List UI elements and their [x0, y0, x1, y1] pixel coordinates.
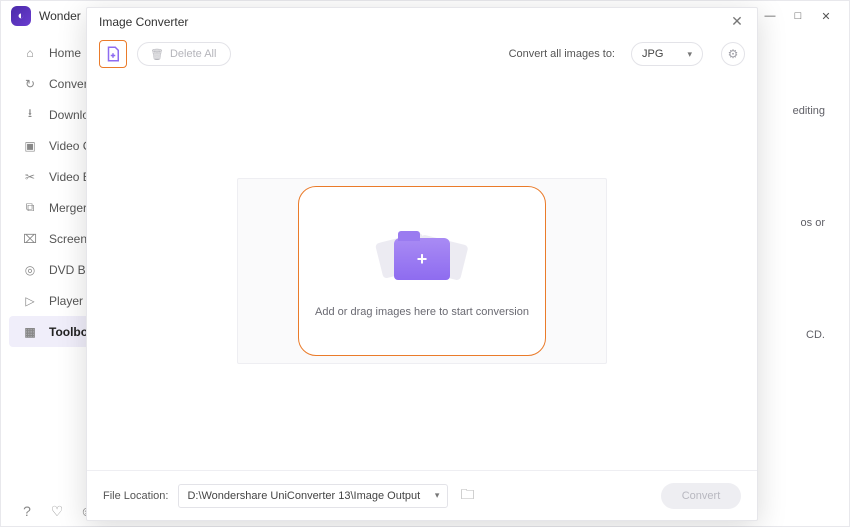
- file-location-label: File Location:: [103, 490, 168, 502]
- modal-header: Image Converter ✕: [87, 8, 757, 36]
- chevron-down-icon: ▾: [435, 490, 440, 501]
- sidebar-item-label: Merger: [49, 201, 87, 215]
- sidebar-item-label: Downlo: [49, 108, 89, 122]
- modal-footer: File Location: D:\Wondershare UniConvert…: [87, 470, 757, 520]
- dvd-burner-icon: ◎: [21, 261, 39, 279]
- minimize-button[interactable]: [763, 9, 777, 23]
- toolbox-icon: ▦: [21, 323, 39, 341]
- convert-button[interactable]: Convert: [661, 483, 741, 509]
- format-value: JPG: [642, 48, 663, 60]
- delete-all-button[interactable]: 🗑 Delete All: [137, 42, 231, 66]
- delete-all-label: Delete All: [170, 48, 216, 60]
- sidebar-item-label: Home: [49, 46, 81, 60]
- video-edit-icon: ✂: [21, 168, 39, 186]
- help-icon[interactable]: ?: [19, 503, 35, 519]
- merger-icon: ⧉: [21, 199, 39, 217]
- dropzone[interactable]: + Add or drag images here to start conve…: [298, 186, 546, 356]
- video-compress-icon: ▣: [21, 137, 39, 155]
- dropzone-outer: + Add or drag images here to start conve…: [237, 178, 607, 364]
- home-icon: ⌂: [21, 44, 39, 62]
- image-converter-modal: Image Converter ✕ 🗑 Delete All Convert a…: [86, 7, 758, 521]
- app-name: Wonder: [39, 9, 81, 23]
- app-logo: [11, 6, 31, 26]
- player-icon: ▷: [21, 292, 39, 310]
- add-file-icon: [104, 45, 122, 63]
- background-text-snip: editing: [793, 105, 825, 117]
- close-icon[interactable]: ✕: [729, 13, 745, 30]
- trash-icon: 🗑: [150, 48, 164, 61]
- dropzone-illustration: +: [377, 224, 467, 294]
- modal-toolbar: 🗑 Delete All Convert all images to: JPG …: [87, 36, 757, 72]
- open-folder-button[interactable]: 🗀: [458, 487, 476, 505]
- sidebar-item-label: Video E: [49, 170, 91, 184]
- window-controls: [763, 9, 833, 23]
- output-settings-button[interactable]: ⚙: [721, 42, 745, 66]
- modal-body: + Add or drag images here to start conve…: [87, 72, 757, 470]
- app-window: Wonder ⌂Home ↻Convert ⭳Downlo ▣Video C ✂…: [0, 0, 850, 527]
- modal-title: Image Converter: [99, 15, 188, 29]
- convert-all-label: Convert all images to:: [509, 48, 615, 60]
- background-text-snip: os or: [801, 217, 825, 229]
- close-window-button[interactable]: [819, 9, 833, 23]
- folder-plus-icon: +: [394, 238, 450, 280]
- output-format-select[interactable]: JPG ▾: [631, 42, 703, 66]
- notification-icon[interactable]: ♡: [49, 503, 65, 519]
- add-image-button[interactable]: [99, 40, 127, 68]
- converter-icon: ↻: [21, 75, 39, 93]
- folder-icon: 🗀: [460, 484, 474, 508]
- convert-button-label: Convert: [682, 490, 721, 502]
- background-text-snip: CD.: [806, 329, 825, 341]
- screen-recorder-icon: ⌧: [21, 230, 39, 248]
- file-location-path: D:\Wondershare UniConverter 13\Image Out…: [187, 490, 420, 502]
- sidebar-item-label: Convert: [49, 77, 91, 91]
- gear-icon: ⚙: [728, 47, 739, 61]
- chevron-down-icon: ▾: [687, 49, 692, 60]
- maximize-button[interactable]: [791, 9, 805, 23]
- dropzone-text: Add or drag images here to start convers…: [315, 306, 529, 318]
- download-icon: ⭳: [21, 106, 39, 124]
- sidebar-item-label: Player: [49, 294, 83, 308]
- file-location-select[interactable]: D:\Wondershare UniConverter 13\Image Out…: [178, 484, 448, 508]
